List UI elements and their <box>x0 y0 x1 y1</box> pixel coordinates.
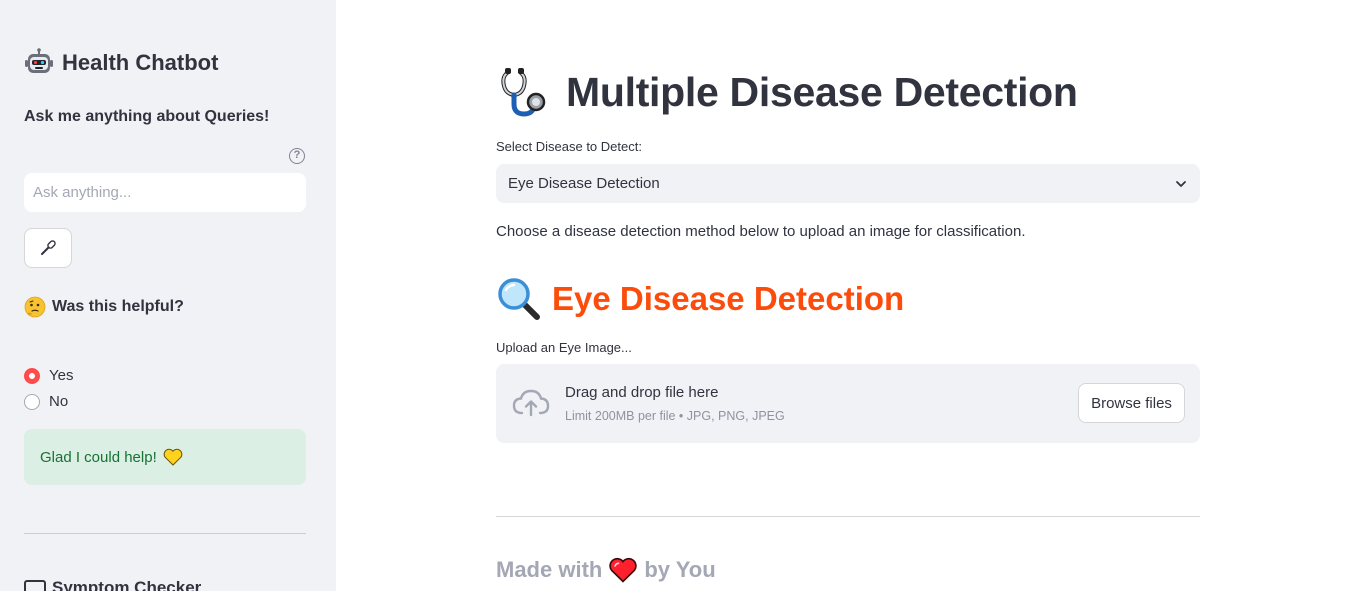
symptom-checker-heading: Symptom Checker <box>24 578 201 591</box>
helpful-question: Was this helpful? <box>24 296 184 318</box>
section-title-text: Eye Disease Detection <box>552 280 905 317</box>
dropzone-limit: Limit 200MB per file • JPG, PNG, JPEG <box>565 409 785 423</box>
radio-no-label: No <box>49 393 69 410</box>
upload-label: Upload an Eye Image... <box>496 340 632 355</box>
symptom-checker-title: Symptom Checker <box>52 578 202 591</box>
page-title-text: Multiple Disease Detection <box>566 68 1078 115</box>
thinking-face-icon <box>24 296 46 318</box>
help-icon[interactable]: ? <box>289 148 305 164</box>
radio-yes-indicator[interactable] <box>24 367 40 384</box>
sidebar: Health Chatbot Ask me anything about Que… <box>0 0 336 591</box>
robot-icon <box>25 48 53 73</box>
radio-yes[interactable]: Yes <box>24 367 73 384</box>
stethoscope-icon <box>501 68 546 117</box>
keyboard-icon <box>24 580 46 591</box>
footer-prefix: Made with <box>496 557 603 582</box>
sidebar-divider <box>24 533 306 534</box>
success-message: Glad I could help! <box>40 448 157 466</box>
file-dropzone[interactable]: Drag and drop file here Limit 200MB per … <box>496 364 1200 443</box>
select-label: Select Disease to Detect: <box>496 139 642 154</box>
microphone-icon <box>41 240 56 255</box>
radio-no-indicator[interactable] <box>24 393 40 410</box>
sidebar-subtitle: Ask me anything about Queries! <box>24 108 270 125</box>
sidebar-title: Health Chatbot <box>24 48 218 78</box>
app-root: Health Chatbot Ask me anything about Que… <box>0 0 1366 591</box>
disease-select[interactable]: Eye Disease Detection <box>496 164 1200 203</box>
disease-select-value: Eye Disease Detection <box>508 175 660 192</box>
footer: Made with by You <box>496 557 716 583</box>
yellow-heart-icon <box>163 448 183 466</box>
helpful-question-text: Was this helpful? <box>52 298 184 315</box>
browse-files-button[interactable]: Browse files <box>1078 383 1185 423</box>
section-title: Eye Disease Detection <box>496 276 904 322</box>
main-divider <box>496 516 1200 517</box>
radio-yes-label: Yes <box>49 367 74 384</box>
magnifier-icon <box>498 278 540 320</box>
footer-suffix: by You <box>644 557 716 582</box>
cloud-upload-icon <box>512 389 550 417</box>
microphone-button[interactable] <box>24 228 72 268</box>
dropzone-instructions: Drag and drop file here <box>565 384 719 401</box>
success-alert: Glad I could help! <box>24 429 306 485</box>
ask-input[interactable] <box>24 173 306 212</box>
chevron-down-icon <box>1176 180 1186 187</box>
sidebar-title-text: Health Chatbot <box>62 50 219 75</box>
radio-no[interactable]: No <box>24 393 68 410</box>
page-title: Multiple Disease Detection <box>496 64 1078 120</box>
red-heart-icon <box>609 557 638 583</box>
description-text: Choose a disease detection method below … <box>496 223 1026 240</box>
